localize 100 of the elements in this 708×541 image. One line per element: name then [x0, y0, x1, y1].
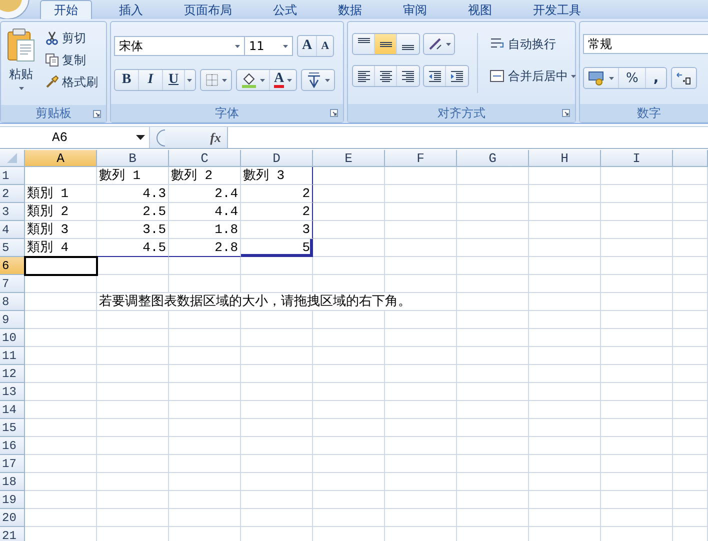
table-cell[interactable] — [25, 275, 97, 293]
table-cell[interactable] — [673, 203, 708, 221]
row-header[interactable]: 14 — [0, 401, 25, 419]
table-cell[interactable] — [169, 401, 241, 419]
table-cell[interactable]: 2.5 — [97, 203, 169, 221]
table-cell[interactable] — [673, 365, 708, 383]
table-cell[interactable] — [169, 383, 241, 401]
table-cell[interactable] — [529, 473, 601, 491]
table-cell[interactable] — [25, 491, 97, 509]
table-cell[interactable] — [169, 491, 241, 509]
row-header[interactable]: 13 — [0, 383, 25, 401]
row-header[interactable]: 4 — [0, 221, 25, 239]
table-cell[interactable] — [25, 509, 97, 527]
table-cell[interactable]: 類別 4 — [25, 239, 97, 257]
table-cell[interactable]: 類別 1 — [25, 185, 97, 203]
table-cell[interactable] — [97, 401, 169, 419]
table-cell[interactable] — [25, 311, 97, 329]
table-cell[interactable] — [385, 509, 457, 527]
ribbon-tab[interactable]: 数据 — [324, 0, 376, 19]
table-cell[interactable] — [601, 473, 673, 491]
table-cell[interactable]: 4.4 — [169, 203, 241, 221]
table-cell[interactable]: 2 — [241, 185, 313, 203]
table-cell[interactable] — [169, 257, 241, 275]
table-cell[interactable] — [457, 185, 529, 203]
row-header[interactable]: 5 — [0, 239, 25, 257]
number-format-dropdown[interactable]: 常规 — [583, 34, 708, 54]
table-cell[interactable] — [313, 419, 385, 437]
table-cell[interactable] — [673, 473, 708, 491]
insert-function-button[interactable]: fx — [210, 130, 221, 146]
column-header[interactable]: D — [241, 150, 313, 167]
table-cell[interactable] — [97, 455, 169, 473]
table-cell[interactable] — [385, 365, 457, 383]
column-header[interactable]: F — [385, 150, 457, 167]
select-all-corner[interactable] — [0, 150, 25, 167]
table-cell[interactable] — [241, 401, 313, 419]
table-cell[interactable] — [529, 509, 601, 527]
table-cell[interactable] — [25, 329, 97, 347]
table-cell[interactable] — [97, 437, 169, 455]
table-cell[interactable] — [97, 419, 169, 437]
table-cell[interactable] — [97, 275, 169, 293]
table-cell[interactable] — [457, 275, 529, 293]
row-header[interactable]: 1 — [0, 167, 25, 185]
table-cell[interactable] — [313, 473, 385, 491]
row-header[interactable]: 12 — [0, 365, 25, 383]
table-cell[interactable] — [529, 383, 601, 401]
table-cell[interactable]: 4.5 — [97, 239, 169, 257]
table-cell[interactable] — [241, 455, 313, 473]
table-cell[interactable] — [97, 311, 169, 329]
table-cell[interactable] — [529, 275, 601, 293]
table-cell[interactable] — [529, 239, 601, 257]
table-cell[interactable] — [457, 383, 529, 401]
ribbon-tab[interactable]: 视图 — [454, 0, 506, 19]
table-cell[interactable] — [313, 455, 385, 473]
row-header[interactable]: 15 — [0, 419, 25, 437]
table-cell[interactable] — [601, 311, 673, 329]
bold-button[interactable]: B — [115, 70, 139, 90]
table-cell[interactable] — [241, 491, 313, 509]
table-cell[interactable] — [313, 167, 385, 185]
table-cell[interactable] — [241, 437, 313, 455]
dialog-launcher-icon[interactable] — [330, 109, 338, 117]
table-cell[interactable] — [529, 347, 601, 365]
table-cell[interactable] — [385, 167, 457, 185]
table-cell[interactable] — [601, 347, 673, 365]
row-header[interactable]: 11 — [0, 347, 25, 365]
font-size-dropdown[interactable]: 11 — [245, 36, 293, 56]
table-cell[interactable]: 3 — [241, 221, 313, 239]
table-cell[interactable] — [313, 275, 385, 293]
table-cell[interactable] — [241, 257, 313, 275]
table-cell[interactable] — [601, 167, 673, 185]
table-cell[interactable] — [601, 203, 673, 221]
table-cell[interactable] — [529, 401, 601, 419]
table-cell[interactable]: 若要调整图表数据区域的大小，请拖拽区域的右下角。 — [97, 293, 457, 311]
table-cell[interactable] — [25, 293, 97, 311]
table-cell[interactable]: 5 — [241, 239, 313, 257]
table-cell[interactable] — [385, 383, 457, 401]
table-cell[interactable] — [529, 185, 601, 203]
table-cell[interactable] — [457, 167, 529, 185]
table-cell[interactable] — [673, 257, 708, 275]
grow-font-button[interactable]: A — [298, 36, 318, 56]
table-cell[interactable] — [97, 509, 169, 527]
merge-center-button[interactable]: 合并后居中 — [486, 65, 579, 87]
row-header[interactable]: 17 — [0, 455, 25, 473]
table-cell[interactable] — [385, 239, 457, 257]
table-cell[interactable]: 2 — [241, 203, 313, 221]
table-cell[interactable] — [601, 257, 673, 275]
table-cell[interactable] — [601, 383, 673, 401]
table-cell[interactable] — [601, 329, 673, 347]
table-cell[interactable] — [601, 419, 673, 437]
table-cell[interactable] — [529, 203, 601, 221]
table-cell[interactable] — [457, 257, 529, 275]
table-cell[interactable] — [169, 311, 241, 329]
table-cell[interactable] — [313, 185, 385, 203]
column-header[interactable]: B — [97, 150, 169, 167]
row-header[interactable]: 8 — [0, 293, 25, 311]
ribbon-tab[interactable]: 审阅 — [389, 0, 441, 19]
table-cell[interactable] — [457, 329, 529, 347]
ribbon-tab[interactable]: 公式 — [259, 0, 311, 19]
table-cell[interactable] — [673, 509, 708, 527]
table-cell[interactable] — [169, 365, 241, 383]
table-cell[interactable] — [97, 257, 169, 275]
